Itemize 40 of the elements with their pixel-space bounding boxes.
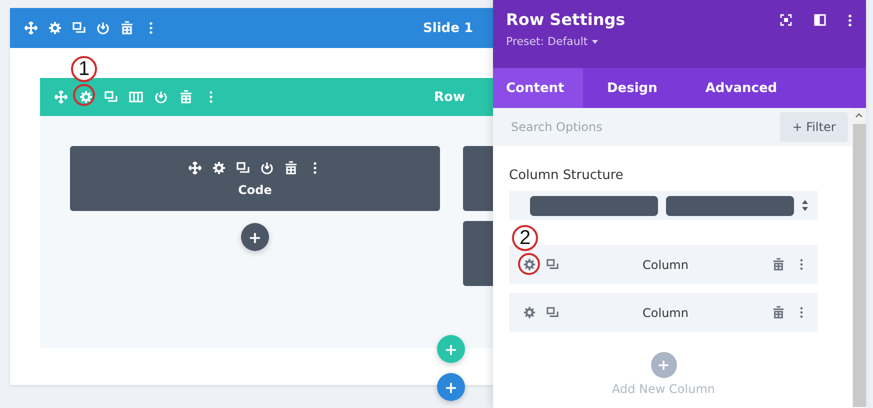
annotation-number: 1 (71, 56, 97, 82)
duplicate-icon[interactable] (546, 258, 559, 271)
settings-tab[interactable]: Content (493, 68, 583, 108)
fullscreen-icon[interactable] (780, 14, 792, 26)
add-module-button[interactable]: + (241, 223, 269, 251)
column-structure-select[interactable] (509, 191, 818, 220)
settings-icon[interactable] (523, 306, 536, 319)
module-title: Code (238, 182, 272, 196)
slide-title: Slide 1 (423, 20, 473, 36)
field-label: Column Structure (509, 168, 624, 183)
settings-tab[interactable]: Advanced (681, 68, 802, 108)
caret-icon (592, 40, 598, 44)
annotation-circle (518, 253, 540, 275)
add-section-button[interactable]: + (437, 373, 465, 401)
move-icon[interactable] (188, 160, 202, 174)
duplicate-icon[interactable] (72, 21, 86, 35)
preset-dropdown[interactable]: Preset: Default (506, 35, 626, 48)
split-view-icon[interactable] (814, 14, 826, 26)
power-icon[interactable] (96, 21, 110, 35)
scroll-up-icon[interactable] (855, 112, 863, 118)
row-title: Row (434, 90, 465, 104)
scrollbar[interactable] (852, 108, 866, 407)
filter-button[interactable]: + Filter (780, 112, 848, 142)
trash-icon[interactable] (772, 306, 785, 319)
column-label: Column (642, 258, 690, 272)
settings-icon[interactable] (523, 258, 536, 271)
more-icon[interactable] (848, 14, 852, 27)
search-field[interactable]: Search Options + Filter (493, 108, 852, 146)
panel-title: Row Settings (506, 10, 626, 29)
column-label: Column (642, 306, 690, 320)
power-icon[interactable] (260, 160, 274, 174)
annotation-circle (73, 84, 95, 106)
up-down-arrows-icon (802, 200, 808, 211)
annotation-number: 2 (512, 225, 538, 251)
move-icon[interactable] (24, 21, 38, 35)
duplicate-icon[interactable] (236, 160, 250, 174)
duplicate-icon[interactable] (546, 306, 559, 319)
code-module[interactable]: Code (70, 146, 440, 211)
settings-tab[interactable]: Design (583, 68, 682, 108)
trash-icon[interactable] (772, 258, 785, 271)
